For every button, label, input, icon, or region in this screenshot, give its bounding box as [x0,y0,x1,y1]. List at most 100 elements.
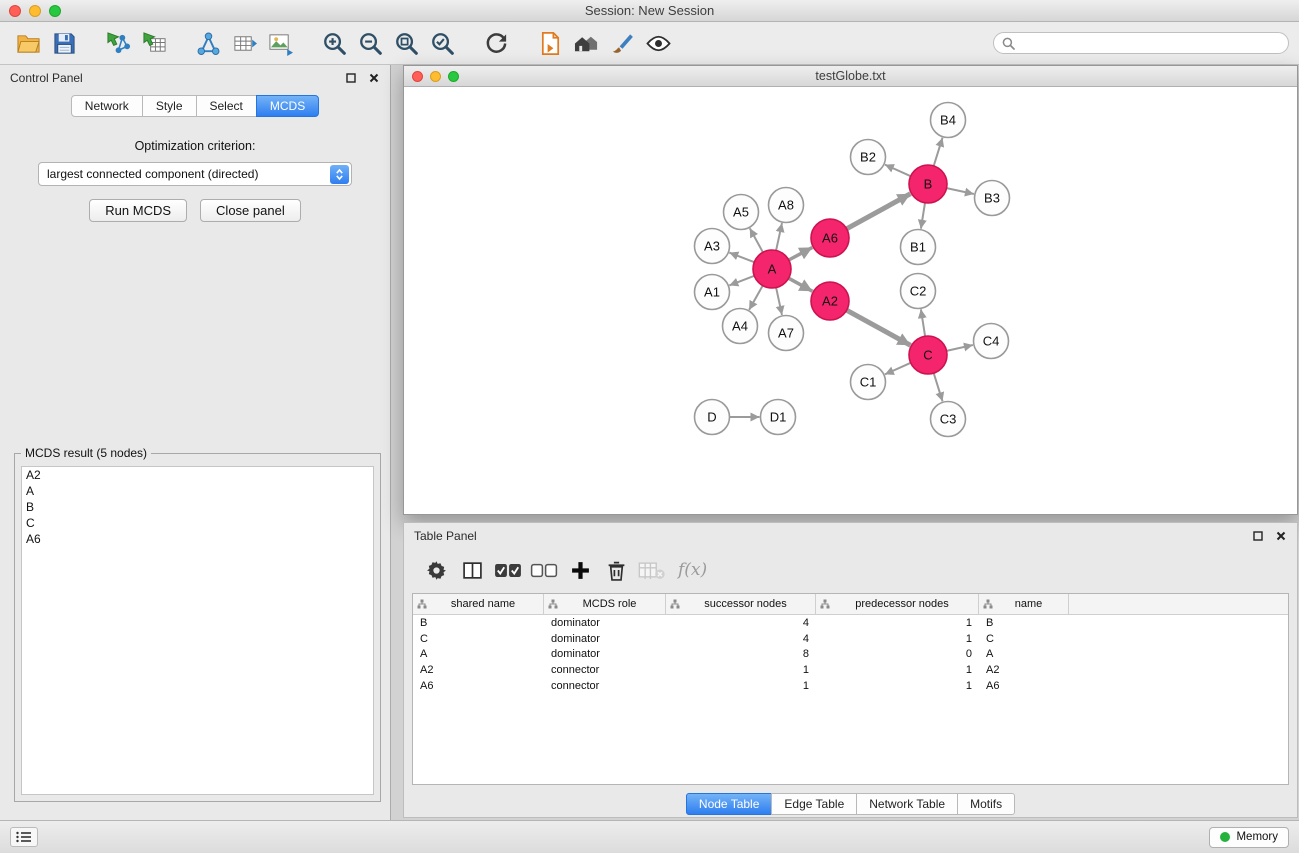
tab-edge-table[interactable]: Edge Table [771,793,857,815]
function-builder-icon[interactable]: f(x) [672,560,713,580]
graph-node-B1[interactable]: B1 [901,230,936,265]
graph-edge-C-C1[interactable] [885,363,911,375]
graph-node-D[interactable]: D [695,400,730,435]
graph-node-A2[interactable]: A2 [811,282,849,320]
result-item[interactable]: A [22,483,373,499]
graph-edge-B-B4[interactable] [934,138,943,166]
tab-select[interactable]: Select [196,95,257,117]
show-hide-icon[interactable] [640,26,676,60]
window-titlebar[interactable]: Session: New Session [0,0,1299,22]
table-row[interactable]: A6connector11A6 [413,678,1288,694]
deselect-all-icon[interactable] [528,555,560,585]
zoom-in-icon[interactable] [316,26,352,60]
column-header-name[interactable]: name [979,594,1069,614]
mcds-result-list[interactable]: A2ABCA6 [21,466,374,795]
result-item[interactable]: A2 [22,467,373,483]
graph-node-B4[interactable]: B4 [931,103,966,138]
result-item[interactable]: C [22,515,373,531]
tab-network[interactable]: Network [71,95,143,117]
delete-table-icon[interactable] [636,555,668,585]
close-window-icon[interactable] [9,5,21,17]
home-icon[interactable] [568,26,604,60]
graph-node-C3[interactable]: C3 [931,402,966,437]
table-row[interactable]: A2connector11A2 [413,662,1288,678]
graph-edge-C-C4[interactable] [947,345,973,351]
graph-edge-A-A7[interactable] [776,288,782,315]
graph-edge-A-A2[interactable] [789,278,813,291]
graph-node-A[interactable]: A [753,250,791,288]
tab-node-table[interactable]: Node Table [686,793,773,815]
maximize-network-icon[interactable] [448,71,459,82]
graph-node-B3[interactable]: B3 [975,181,1010,216]
tab-network-table[interactable]: Network Table [856,793,958,815]
import-network-icon[interactable] [100,26,136,60]
minimize-window-icon[interactable] [29,5,41,17]
minimize-network-icon[interactable] [430,71,441,82]
graph-edge-A-A6[interactable] [789,247,813,260]
result-item[interactable]: A6 [22,531,373,547]
task-history-button[interactable] [10,827,38,847]
graph-node-B2[interactable]: B2 [851,140,886,175]
float-panel-button[interactable] [344,72,357,85]
graph-edge-B-B3[interactable] [947,188,974,194]
column-header-predecessor-nodes[interactable]: predecessor nodes [816,594,979,614]
graph-node-A6[interactable]: A6 [811,219,849,257]
close-network-icon[interactable] [412,71,423,82]
column-header-successor-nodes[interactable]: successor nodes [666,594,816,614]
table-row[interactable]: Cdominator41C [413,631,1288,647]
result-item[interactable]: B [22,499,373,515]
open-document-icon[interactable] [532,26,568,60]
tab-style[interactable]: Style [142,95,197,117]
export-image-icon[interactable] [262,26,298,60]
add-row-icon[interactable] [564,555,596,585]
graph-edge-B-B2[interactable] [885,165,911,177]
graph-node-C[interactable]: C [909,336,947,374]
graph-edge-C-C3[interactable] [934,373,943,401]
select-all-icon[interactable] [492,555,524,585]
network-window-titlebar[interactable]: testGlobe.txt [404,66,1297,87]
graph-node-A4[interactable]: A4 [723,309,758,344]
zoom-selected-icon[interactable] [424,26,460,60]
open-session-icon[interactable] [10,26,46,60]
graph-edge-A6-B[interactable] [847,194,911,229]
graph-edge-A-A4[interactable] [749,286,763,310]
memory-button[interactable]: Memory [1209,827,1289,848]
graph-node-D1[interactable]: D1 [761,400,796,435]
close-panel-button[interactable]: Close panel [200,199,301,222]
table-row[interactable]: Bdominator41B [413,615,1288,631]
save-session-icon[interactable] [46,26,82,60]
search-input[interactable] [1020,36,1280,50]
run-mcds-button[interactable]: Run MCDS [89,199,187,222]
column-header-shared-name[interactable]: shared name [413,594,544,614]
settings-gear-icon[interactable] [420,555,452,585]
graph-node-C1[interactable]: C1 [851,365,886,400]
graph-edge-A-A3[interactable] [729,253,754,263]
graph-node-B[interactable]: B [909,165,947,203]
graph-edge-C-C2[interactable] [921,309,925,336]
graph-edge-A2-C[interactable] [847,310,911,345]
paint-style-icon[interactable] [604,26,640,60]
graph-node-C2[interactable]: C2 [901,274,936,309]
maximize-window-icon[interactable] [49,5,61,17]
graph-node-C4[interactable]: C4 [974,324,1009,359]
graph-node-A8[interactable]: A8 [769,188,804,223]
graph-edge-B-B1[interactable] [921,203,925,229]
new-table-icon[interactable] [226,26,262,60]
tab-motifs[interactable]: Motifs [957,793,1015,815]
graph-node-A3[interactable]: A3 [695,229,730,264]
delete-row-icon[interactable] [600,555,632,585]
float-table-panel-button[interactable] [1251,530,1264,543]
close-panel-x-button[interactable] [367,72,380,85]
graph-edge-A-A8[interactable] [776,223,782,250]
column-browser-icon[interactable] [456,555,488,585]
graph-node-A5[interactable]: A5 [724,195,759,230]
zoom-out-icon[interactable] [352,26,388,60]
zoom-fit-icon[interactable] [388,26,424,60]
close-table-panel-button[interactable] [1274,530,1287,543]
tab-mcds[interactable]: MCDS [256,95,319,117]
column-header-MCDS-role[interactable]: MCDS role [544,594,666,614]
table-row[interactable]: Adominator80A [413,647,1288,663]
graph-edge-A-A1[interactable] [729,276,754,286]
search-box[interactable] [993,32,1289,54]
optimization-dropdown[interactable]: largest connected component (directed) [38,162,352,186]
